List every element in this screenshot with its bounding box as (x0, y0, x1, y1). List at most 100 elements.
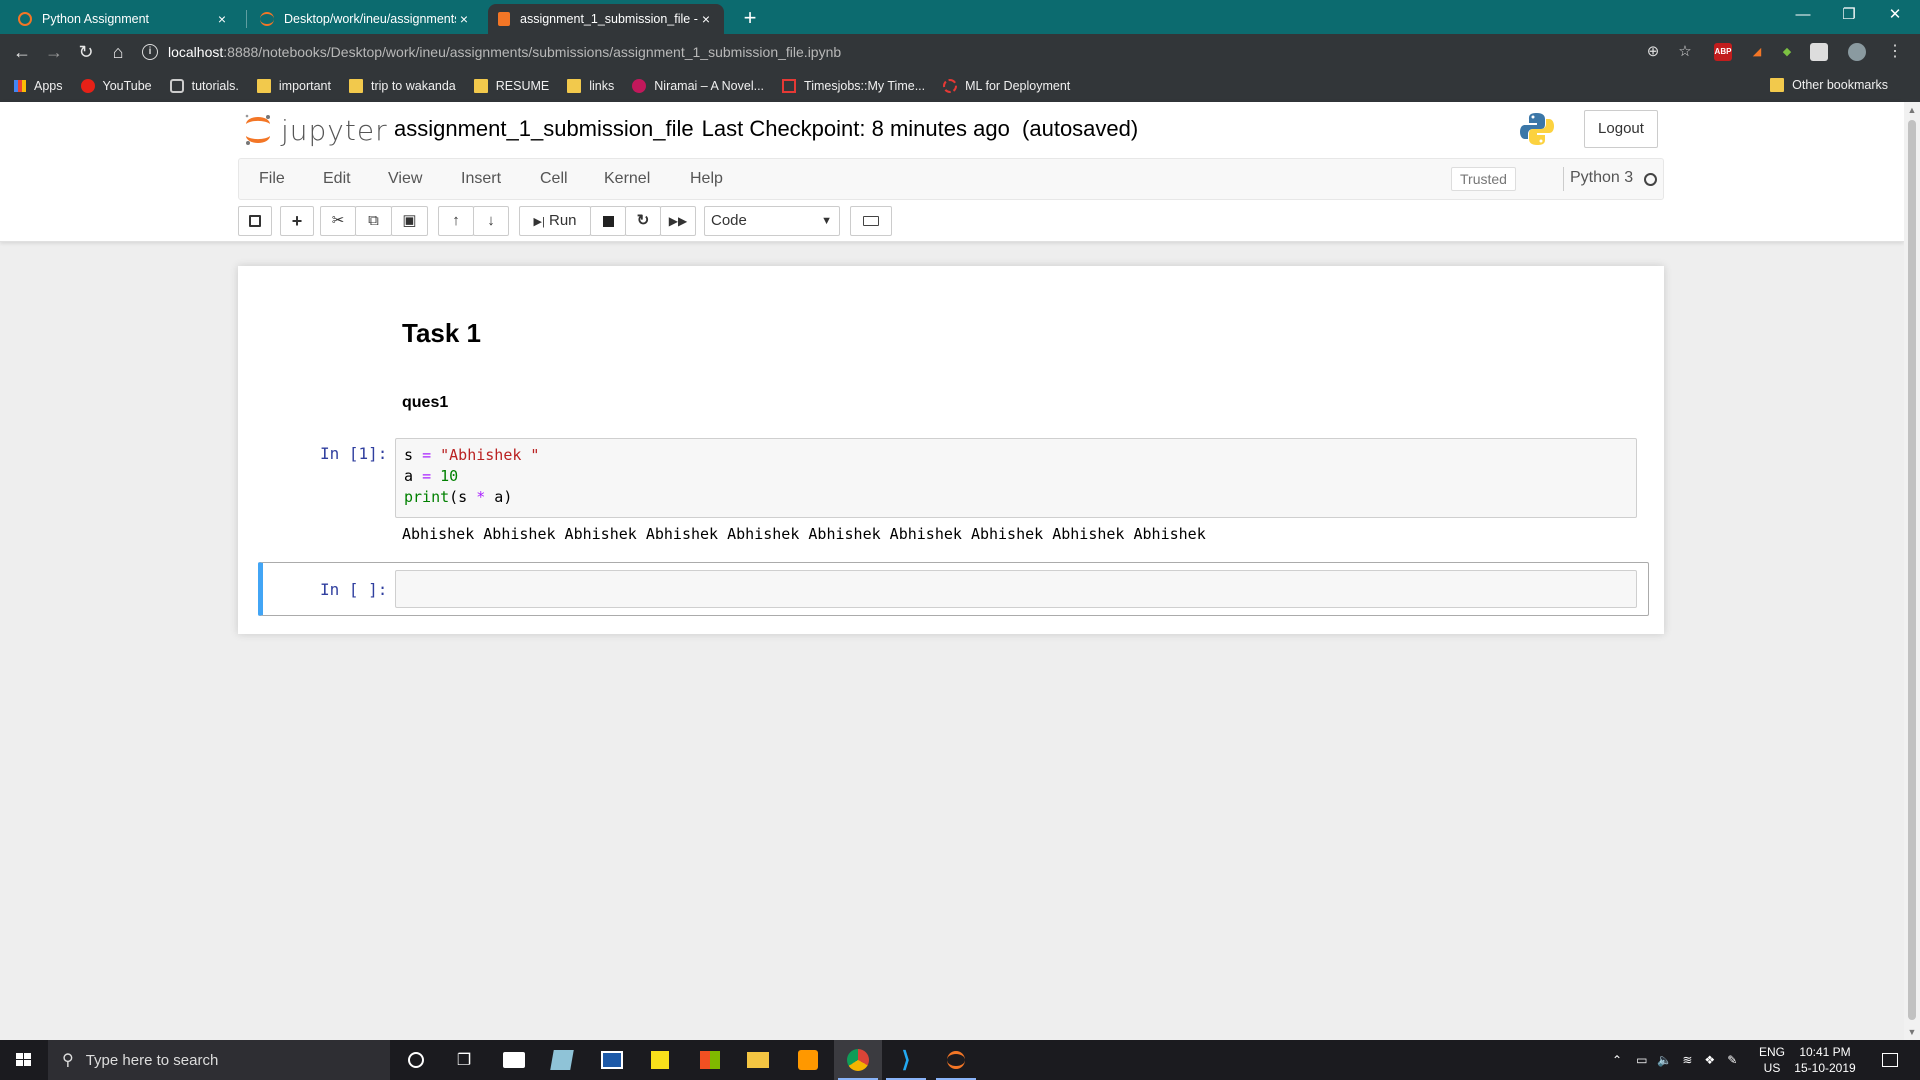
close-window-button[interactable]: ✕ (1872, 0, 1918, 30)
close-icon[interactable]: × (456, 11, 472, 27)
app-icon (601, 1051, 623, 1069)
menu-dots-icon[interactable]: ⋮ (1886, 43, 1904, 61)
scroll-down-arrow-icon[interactable]: ▼ (1904, 1024, 1920, 1040)
jupyter-logo[interactable]: jupyter (243, 112, 388, 148)
taskbar-sticky-notes[interactable] (636, 1040, 684, 1080)
pen-icon[interactable]: ✎ (1727, 1053, 1737, 1067)
taskbar-camera-app[interactable] (490, 1040, 538, 1080)
taskbar-store[interactable] (686, 1040, 734, 1080)
zoom-icon[interactable]: ⊕ (1644, 43, 1662, 61)
command-palette-button[interactable] (850, 206, 892, 236)
jupyter-logo-icon (245, 114, 270, 145)
home-icon[interactable]: ⌂ (106, 40, 130, 64)
adblock-icon[interactable]: ABP (1714, 43, 1732, 61)
notebook-name[interactable]: assignment_1_submission_file (394, 116, 694, 141)
cut-button[interactable]: ✂ (320, 206, 356, 236)
code-token: = (422, 467, 432, 485)
bookmark-youtube[interactable]: YouTube (80, 79, 152, 93)
taskbar-file-explorer[interactable] (734, 1040, 782, 1080)
scrollbar-thumb[interactable] (1908, 120, 1916, 1020)
notifications-button[interactable] (1866, 1040, 1914, 1080)
extension-icon[interactable]: ◆ (1778, 43, 1796, 61)
tab-python-assignment[interactable]: Python Assignment × (8, 4, 240, 34)
bookmark-ml-deployment[interactable]: ML for Deployment (943, 79, 1070, 93)
avatar[interactable] (1848, 43, 1866, 61)
bookmark-important[interactable]: important (256, 79, 331, 93)
star-icon[interactable]: ☆ (1676, 43, 1694, 61)
menu-edit[interactable]: Edit (323, 170, 351, 188)
bookmark-timesjobs[interactable]: Timesjobs::My Time... (782, 79, 925, 93)
bookmark-tutorials[interactable]: tutorials. (169, 79, 239, 93)
save-button[interactable] (238, 206, 272, 236)
notebook-title-area: assignment_1_submission_file Last Checkpo… (394, 116, 1138, 142)
tab-assignment-notebook[interactable]: assignment_1_submission_file - J × (488, 4, 724, 34)
menu-file[interactable]: File (259, 170, 285, 188)
page-scrollbar[interactable]: ▲ ▼ (1904, 102, 1920, 1040)
close-icon[interactable]: × (698, 11, 714, 27)
cortana-button[interactable] (392, 1040, 440, 1080)
task-view-button[interactable]: ❐ (440, 1040, 488, 1080)
taskbar-vscode[interactable]: ⟩ (882, 1040, 930, 1080)
taskbar-search-box[interactable]: ⚲ Type here to search (48, 1040, 390, 1080)
menu-help[interactable]: Help (690, 170, 723, 188)
taskbar-clock[interactable]: 10:41 PM 15-10-2019 (1790, 1044, 1860, 1076)
taskbar-sublime[interactable] (784, 1040, 832, 1080)
system-tray: ⌃ ▭ 🔈 ≋ ❖ ✎ (1612, 1040, 1737, 1080)
taskbar-app[interactable] (588, 1040, 636, 1080)
scroll-up-arrow-icon[interactable]: ▲ (1904, 102, 1920, 118)
bookmark-resume[interactable]: RESUME (473, 79, 549, 93)
extension-icon[interactable]: ◢ (1748, 43, 1766, 61)
interrupt-button[interactable] (590, 206, 626, 236)
new-tab-button[interactable]: + (738, 6, 762, 30)
bookmark-apps[interactable]: Apps (14, 79, 63, 93)
chevron-up-icon[interactable]: ⌃ (1612, 1053, 1622, 1067)
bookmark-niramai[interactable]: Niramai – A Novel... (632, 79, 764, 93)
wifi-icon[interactable]: ≋ (1682, 1053, 1692, 1067)
close-icon[interactable]: × (214, 11, 230, 27)
menu-view[interactable]: View (388, 170, 422, 188)
code-cell-input[interactable]: s = "Abhishek " a = 10 print(s * a) (395, 438, 1637, 518)
windows-taskbar: ⚲ Type here to search ❐ ⟩ ⌃ ▭ 🔈 ≋ ❖ ✎ EN… (0, 1040, 1920, 1080)
stop-icon (602, 215, 614, 227)
url-input[interactable]: i localhost:8888/notebooks/Desktop/work/… (142, 39, 1672, 65)
minimize-button[interactable]: — (1780, 0, 1826, 30)
kernel-name[interactable]: Python 3 (1570, 169, 1633, 187)
start-button[interactable] (0, 1040, 48, 1080)
bookmark-trip-to-wakanda[interactable]: trip to wakanda (348, 79, 456, 93)
info-icon[interactable]: i (142, 44, 158, 60)
paste-button[interactable]: ▣ (391, 206, 428, 236)
store-bag-icon (700, 1051, 720, 1069)
other-bookmarks[interactable]: Other bookmarks (1770, 78, 1888, 92)
restore-button[interactable]: ❐ (1826, 0, 1872, 30)
dropbox-icon[interactable]: ❖ (1704, 1053, 1715, 1067)
menu-kernel[interactable]: Kernel (604, 170, 650, 188)
insert-cell-button[interactable]: + (280, 206, 314, 236)
taskbar-app[interactable] (538, 1040, 586, 1080)
forward-arrow-icon[interactable]: → (42, 40, 66, 64)
bookmark-label: Timesjobs::My Time... (804, 79, 926, 93)
move-down-button[interactable]: ↓ (473, 206, 509, 236)
cell-type-select[interactable]: Code ▼ (704, 206, 840, 236)
language-indicator[interactable]: ENG US (1758, 1044, 1786, 1076)
bookmark-links[interactable]: links (567, 79, 614, 93)
extension-icon[interactable] (1810, 43, 1828, 61)
back-arrow-icon[interactable]: ← (10, 40, 34, 64)
run-button[interactable]: ▶| Run (519, 206, 591, 236)
empty-code-cell-input[interactable] (395, 570, 1637, 608)
markdown-subheading[interactable]: ques1 (402, 394, 448, 412)
reload-icon[interactable]: ↻ (74, 40, 98, 64)
menu-cell[interactable]: Cell (540, 170, 568, 188)
taskbar-chrome[interactable] (834, 1040, 882, 1080)
copy-button[interactable]: ⧉ (355, 206, 392, 236)
markdown-heading[interactable]: Task 1 (402, 318, 481, 349)
logout-button[interactable]: Logout (1584, 110, 1658, 148)
battery-icon[interactable]: ▭ (1636, 1053, 1647, 1067)
restart-button[interactable]: ↻ (625, 206, 661, 236)
trusted-indicator[interactable]: Trusted (1451, 167, 1516, 191)
restart-run-all-button[interactable]: ▶▶ (660, 206, 696, 236)
tab-desktop-work[interactable]: Desktop/work/ineu/assignments/ × (250, 4, 482, 34)
taskbar-jupyter[interactable] (932, 1040, 980, 1080)
volume-icon[interactable]: 🔈 (1657, 1053, 1672, 1067)
move-up-button[interactable]: ↑ (438, 206, 474, 236)
menu-insert[interactable]: Insert (461, 170, 501, 188)
